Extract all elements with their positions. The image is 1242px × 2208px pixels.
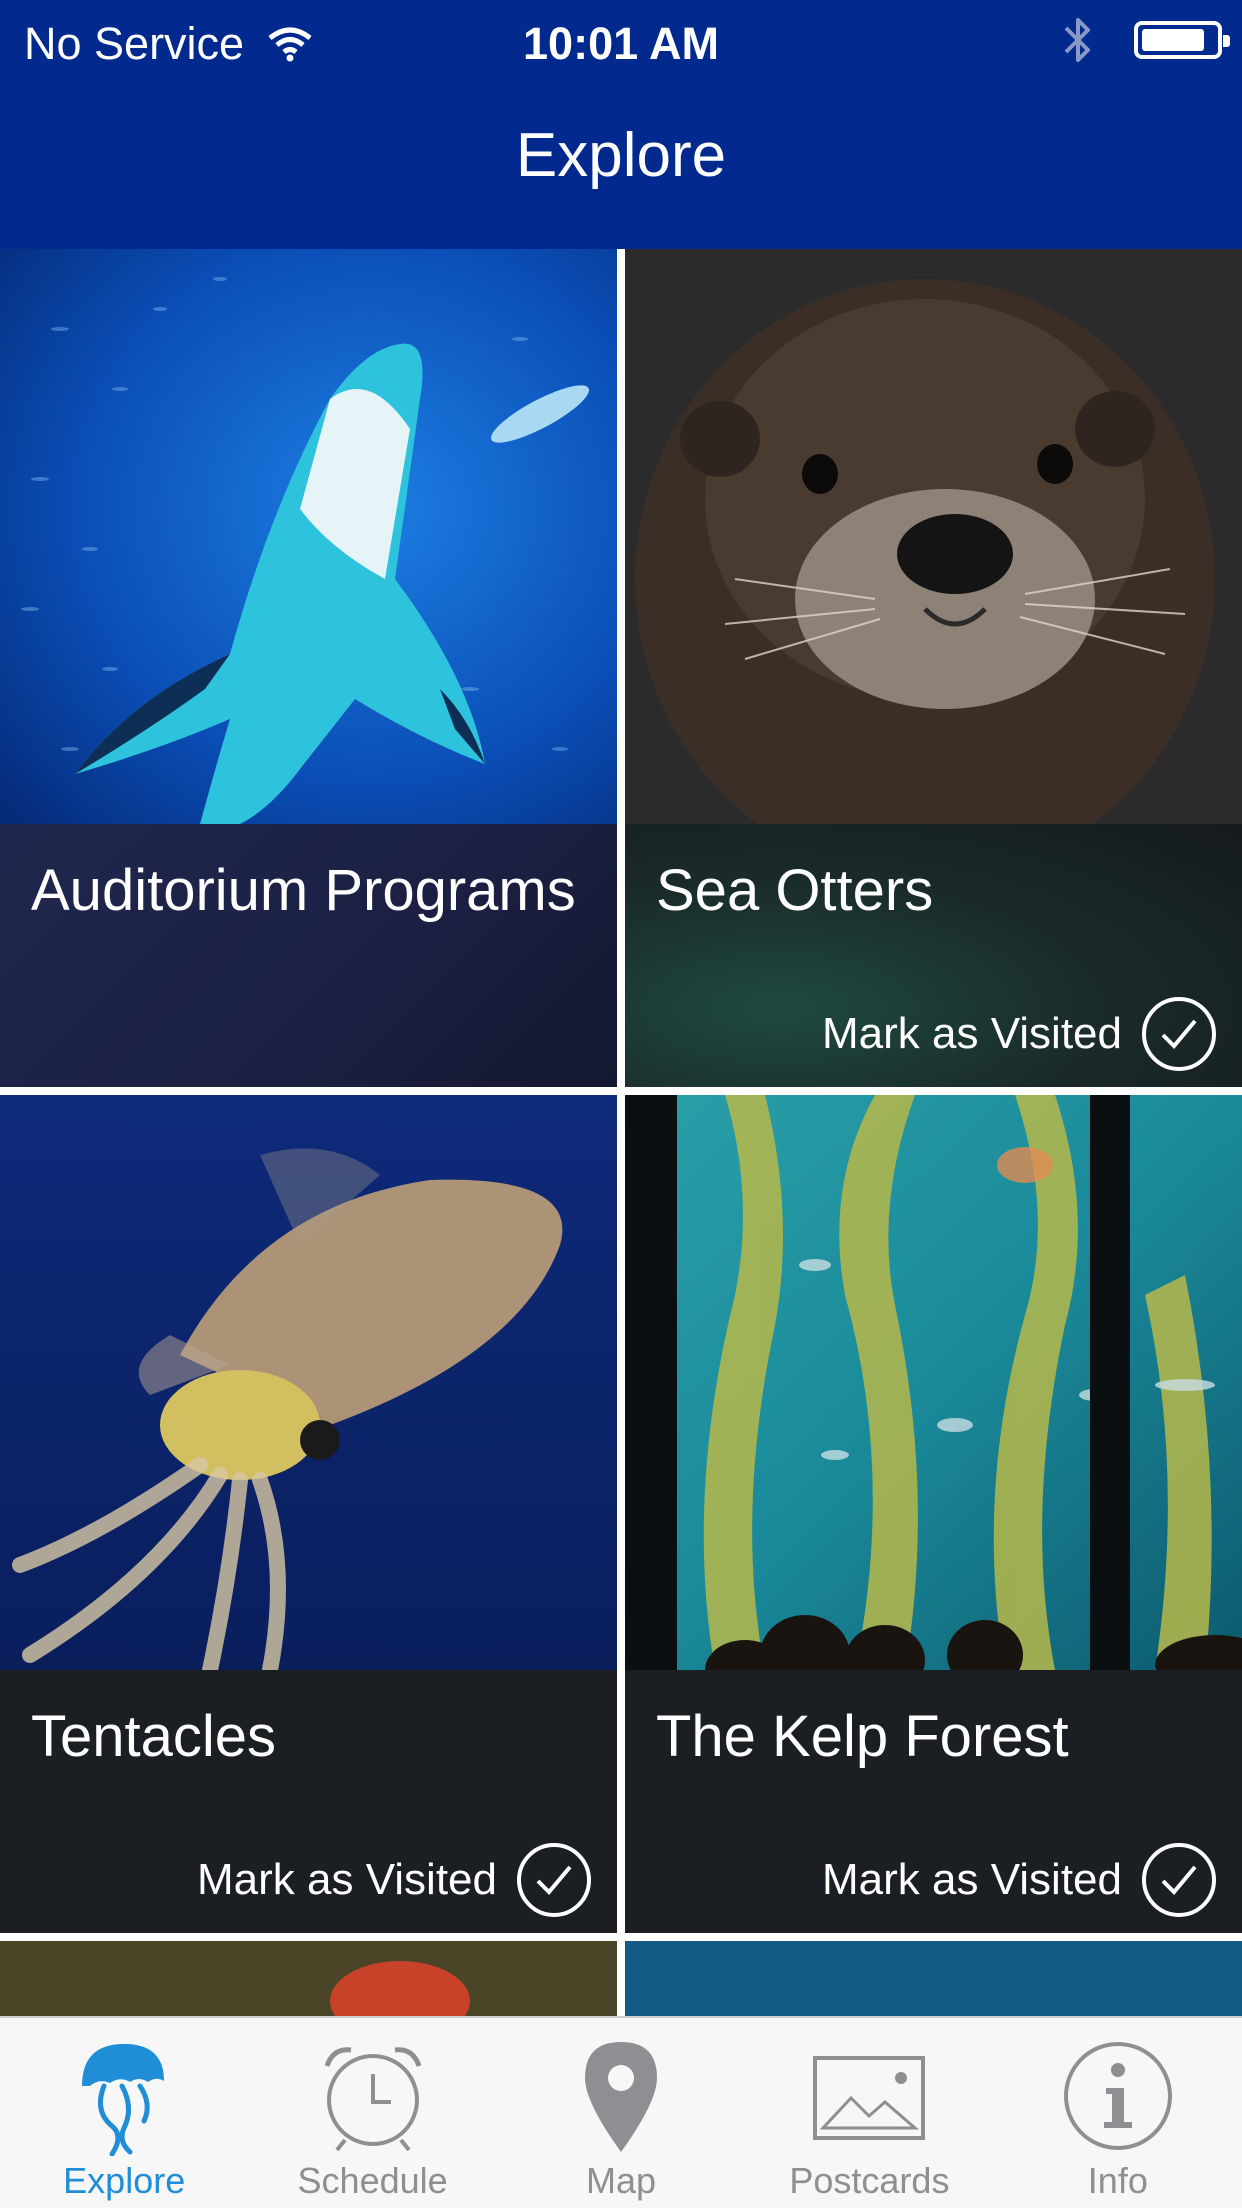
tab-schedule[interactable]: Schedule <box>248 2018 496 2208</box>
mark-visited-label: Mark as Visited <box>822 1009 1122 1058</box>
tab-bar: Explore Schedule Map Postcards Info <box>0 2016 1242 2208</box>
checkmark-icon <box>517 1843 591 1917</box>
tab-label: Map <box>586 2160 657 2201</box>
exhibit-grid[interactable]: Auditorium Programs Sea Otters Mark as V… <box>0 249 1242 2016</box>
mark-visited-label: Mark as Visited <box>822 1855 1122 1904</box>
mark-visited-button[interactable]: Mark as Visited <box>822 1843 1216 1917</box>
bluetooth-icon <box>1064 18 1090 62</box>
tab-explore[interactable]: Explore <box>0 2018 248 2208</box>
partial-photo <box>0 1941 617 2016</box>
kelp-forest-photo <box>625 1095 1242 1670</box>
status-bar: No Service 10:01 AM <box>0 0 1242 84</box>
battery-icon <box>1134 21 1230 59</box>
exhibit-tile-sea-otters[interactable]: Sea Otters Mark as Visited <box>625 249 1242 1087</box>
exhibit-tile-partial[interactable] <box>625 1941 1242 2016</box>
tab-info[interactable]: Info <box>994 2018 1242 2208</box>
tab-label: Explore <box>63 2160 186 2201</box>
tile-caption: Auditorium Programs <box>0 824 617 1087</box>
tab-label: Schedule <box>297 2160 448 2201</box>
tile-caption: Tentacles Mark as Visited <box>0 1670 617 1933</box>
picture-icon <box>813 2056 926 2140</box>
mark-visited-label: Mark as Visited <box>197 1855 497 1904</box>
info-icon <box>1063 2042 1172 2150</box>
mark-visited-button[interactable]: Mark as Visited <box>197 1843 591 1917</box>
tile-caption: Sea Otters Mark as Visited <box>625 824 1242 1087</box>
checkmark-icon <box>1142 997 1216 1071</box>
mark-visited-button[interactable]: Mark as Visited <box>822 997 1216 1071</box>
squid-photo <box>0 1095 617 1670</box>
tab-label: Info <box>1087 2160 1148 2201</box>
map-pin-icon <box>585 2042 658 2152</box>
page-title: Explore <box>515 121 727 190</box>
tab-map[interactable]: Map <box>497 2018 745 2208</box>
exhibit-tile-kelp-forest[interactable]: The Kelp Forest Mark as Visited <box>625 1095 1242 1933</box>
tile-title: Tentacles <box>31 1704 277 1769</box>
tab-postcards[interactable]: Postcards <box>745 2018 993 2208</box>
exhibit-tile-auditorium-programs[interactable]: Auditorium Programs <box>0 249 617 1087</box>
clock: 10:01 AM <box>523 18 719 69</box>
otter-photo <box>625 249 1242 824</box>
tile-caption: The Kelp Forest Mark as Visited <box>625 1670 1242 1933</box>
top-bar: No Service 10:01 AM Explore <box>0 0 1242 249</box>
tile-title: The Kelp Forest <box>656 1704 1069 1769</box>
checkmark-icon <box>1142 1843 1216 1917</box>
shark-photo <box>0 249 617 824</box>
exhibit-tile-partial[interactable] <box>0 1941 617 2016</box>
alarm-clock-icon <box>324 2047 421 2152</box>
exhibit-tile-tentacles[interactable]: Tentacles Mark as Visited <box>0 1095 617 1933</box>
tile-title: Auditorium Programs <box>31 858 576 923</box>
partial-photo <box>625 1941 1242 2016</box>
tile-title: Sea Otters <box>656 858 934 923</box>
jellyfish-icon <box>82 2044 165 2156</box>
tab-label: Postcards <box>789 2160 950 2201</box>
